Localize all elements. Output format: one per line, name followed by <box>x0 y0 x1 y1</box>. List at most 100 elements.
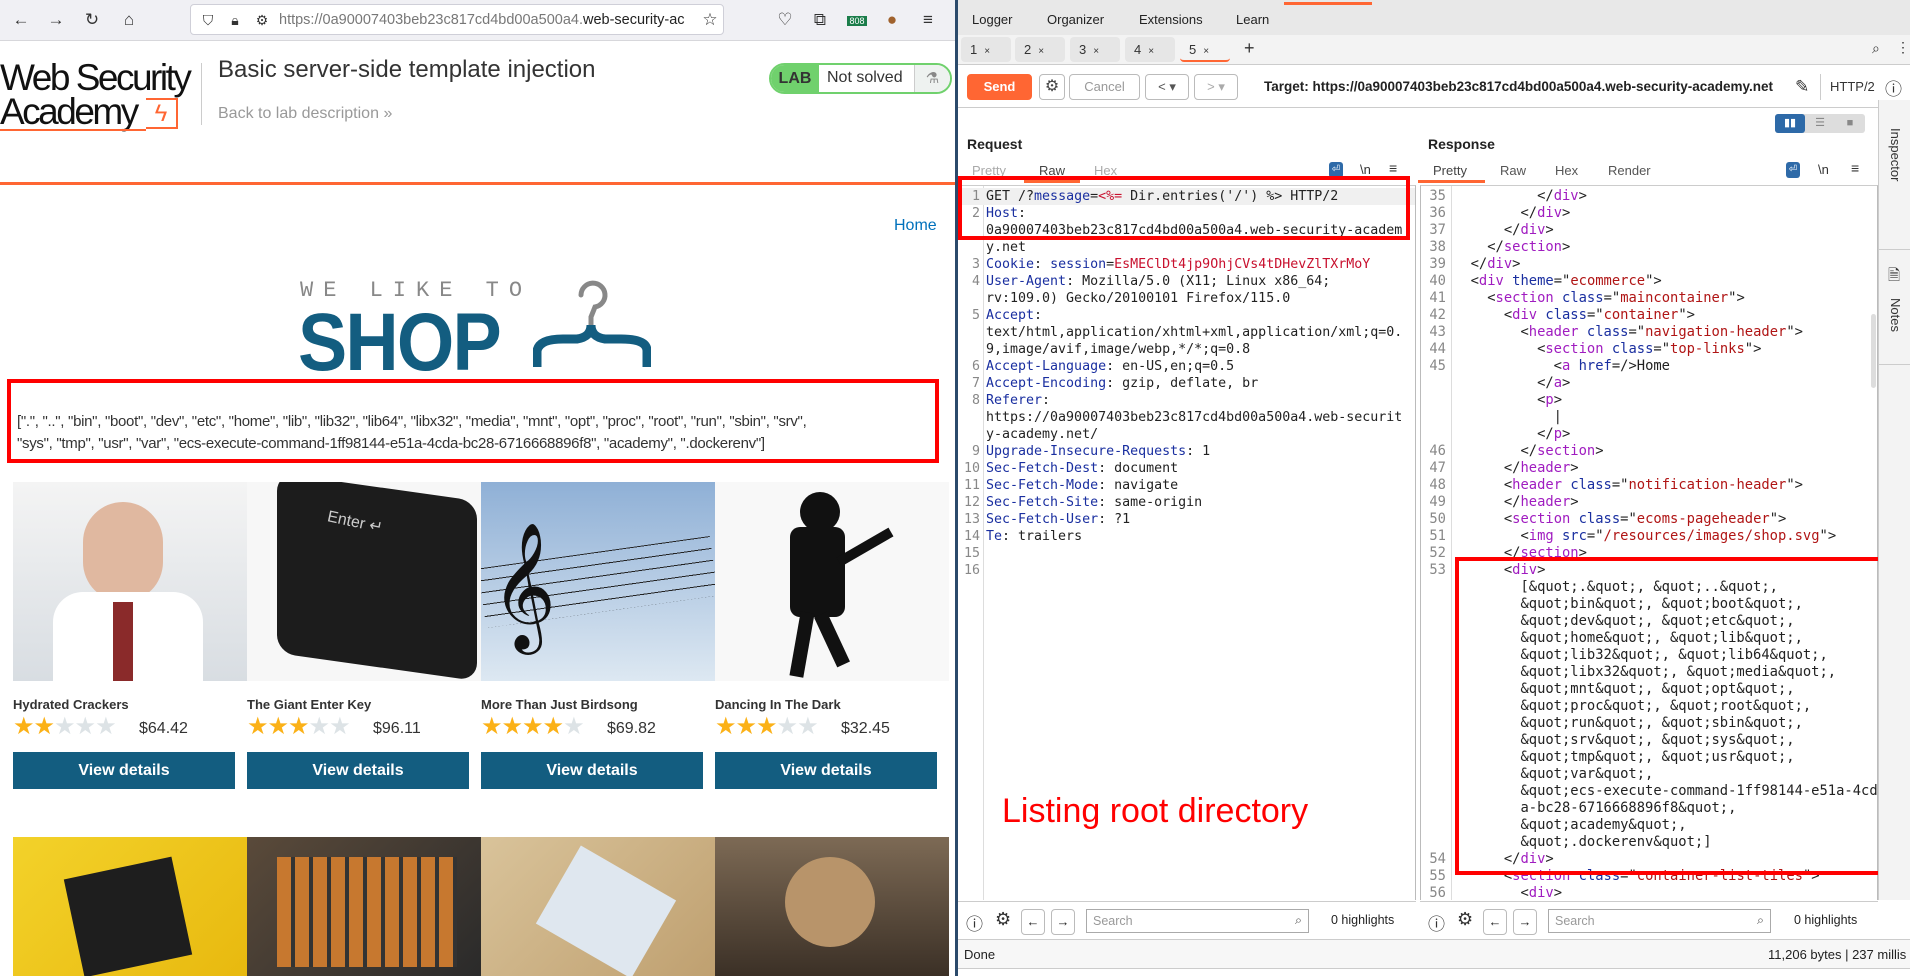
menu-learn[interactable]: Learn <box>1236 12 1269 27</box>
home-icon[interactable]: ⌂ <box>118 9 140 31</box>
code-token: < <box>1454 885 1529 900</box>
menu-icon[interactable]: ≡ <box>917 9 939 31</box>
newline-toggle-icon[interactable]: \n <box>1818 162 1829 177</box>
view-details-button[interactable]: View details <box>715 752 937 789</box>
menu-extensions[interactable]: Extensions <box>1139 12 1203 27</box>
close-icon[interactable]: × <box>1203 46 1209 57</box>
request-menu-icon[interactable]: ≡ <box>1389 160 1397 176</box>
menu-organizer[interactable]: Organizer <box>1047 12 1104 27</box>
response-search-input[interactable]: Search ⌕ <box>1548 909 1771 933</box>
permissions-icon[interactable]: ⚙ <box>251 9 273 31</box>
code-token: header <box>1520 460 1571 476</box>
history-back-button[interactable]: < ▾ <box>1145 74 1189 100</box>
repeater-tab-4[interactable]: 4 × <box>1125 37 1175 62</box>
request-code[interactable]: 1 GET /?message=<%= Dir.entries('/') %> H… <box>960 188 1415 579</box>
split-horizontal-icon[interactable]: ▮▮ <box>1775 114 1805 133</box>
settings-gear-icon[interactable]: ⚙ <box>995 909 1011 930</box>
send-button[interactable]: Send <box>967 74 1032 100</box>
home-link[interactable]: Home <box>894 217 937 235</box>
cancel-button[interactable]: Cancel <box>1069 74 1140 100</box>
product-image-dancing-in-the-dark[interactable] <box>715 482 949 681</box>
word-wrap-icon[interactable]: ⏎ <box>1786 162 1800 178</box>
response-tab-hex[interactable]: Hex <box>1555 163 1578 178</box>
notes-icon[interactable]: 🗎︎ <box>1888 265 1900 290</box>
url-domain: web-security-ac <box>582 12 685 28</box>
extensions-icon[interactable]: ⧉ <box>809 9 831 31</box>
help-icon[interactable]: ⓘ <box>1428 910 1445 935</box>
product-image-row2-4[interactable] <box>715 837 949 976</box>
close-icon[interactable]: × <box>1038 46 1044 57</box>
inspector-tab[interactable]: Inspector <box>1888 128 1903 181</box>
repeater-tab-3[interactable]: 3 × <box>1070 37 1120 62</box>
response-highlight-box <box>1455 557 1886 875</box>
search-icon[interactable]: ⌕ <box>1872 40 1880 57</box>
more-options-icon[interactable]: ⋮ <box>1896 39 1910 56</box>
product-image-row2-3[interactable] <box>481 837 715 976</box>
view-details-button[interactable]: View details <box>13 752 235 789</box>
newline-toggle-icon[interactable]: \n <box>1360 162 1371 177</box>
response-menu-icon[interactable]: ≡ <box>1851 160 1859 176</box>
lock-icon[interactable]: 🔒︎ <box>224 9 246 31</box>
split-vertical-icon[interactable]: ☰ <box>1805 114 1835 133</box>
back-icon[interactable]: ← <box>10 9 32 31</box>
next-match-button[interactable]: → <box>1513 909 1537 935</box>
product-image-birdsong[interactable]: 𝄞 <box>481 482 715 681</box>
pocket-icon[interactable]: ♡ <box>774 9 796 31</box>
line-content: <div theme="ecommerce"> <box>1454 273 1662 290</box>
code-token: maincontainer <box>1620 290 1729 306</box>
reload-icon[interactable]: ↻ <box>81 9 103 31</box>
cookie-icon[interactable]: ● <box>881 9 903 31</box>
repeater-tab-1[interactable]: 1 × <box>961 37 1011 62</box>
request-search-input[interactable]: Search ⌕ <box>1086 909 1309 933</box>
add-tab-icon[interactable]: + <box>1244 38 1255 59</box>
edit-pencil-icon[interactable]: ✎ <box>1795 77 1809 97</box>
bookmark-star-icon[interactable]: ☆ <box>699 9 721 31</box>
close-icon[interactable]: × <box>1148 46 1154 57</box>
history-forward-button[interactable]: > ▾ <box>1194 74 1238 100</box>
product-image-hydrated-crackers[interactable] <box>13 482 247 681</box>
previous-match-button[interactable]: ← <box>1483 909 1507 935</box>
url-bar[interactable]: ⛉ 🔒︎ ⚙ https://0a90007403beb23c817cd4bd0… <box>190 4 724 35</box>
line-content: y.net <box>986 239 1026 256</box>
http-version[interactable]: HTTP/2 <box>1830 79 1875 94</box>
repeater-tab-5[interactable]: 5 × <box>1180 37 1230 62</box>
response-scrollbar[interactable] <box>1871 314 1876 388</box>
next-match-button[interactable]: → <box>1051 909 1075 935</box>
settings-gear-icon[interactable]: ⚙ <box>1039 74 1065 100</box>
back-to-lab-link[interactable]: Back to lab description » <box>218 105 392 123</box>
notes-tab[interactable]: Notes <box>1888 298 1903 332</box>
view-details-button[interactable]: View details <box>247 752 469 789</box>
help-icon[interactable]: ⓘ <box>966 910 983 935</box>
product-image-giant-enter-key[interactable]: Enter ↵ <box>247 482 481 681</box>
product-image-row2-1[interactable] <box>13 837 247 976</box>
extension-badge-icon[interactable]: 808 <box>846 9 868 32</box>
url-text[interactable]: https://0a90007403beb23c817cd4bd00a500a4… <box>279 12 699 28</box>
forward-icon[interactable]: → <box>45 9 67 31</box>
line-content: User-Agent: Mozilla/5.0 (X11; Linux x86_… <box>986 273 1330 290</box>
close-icon[interactable]: × <box>1093 46 1099 57</box>
product-rating: ★★★★★ <box>247 713 351 740</box>
code-token: | <box>1454 409 1562 425</box>
previous-match-button[interactable]: ← <box>1021 909 1045 935</box>
code-token: =" <box>1586 307 1604 323</box>
response-tab-pretty[interactable]: Pretty <box>1433 163 1467 178</box>
line-content: <section class="maincontainer"> <box>1454 290 1745 307</box>
repeater-tab-2[interactable]: 2 × <box>1015 37 1065 62</box>
product-image-row2-2[interactable] <box>247 837 481 976</box>
code-token: rv:109.0) Gecko/20100101 Firefox/115.0 <box>986 291 1291 306</box>
single-pane-icon[interactable]: ■ <box>1835 114 1865 133</box>
response-tab-render[interactable]: Render <box>1608 163 1651 178</box>
shield-icon[interactable]: ⛉ <box>197 9 219 31</box>
help-icon[interactable]: ⓘ <box>1885 75 1902 100</box>
line-number: 49 <box>1429 494 1446 510</box>
code-line: https://0a90007403beb23c817cd4bd00a500a4… <box>960 409 1415 426</box>
menu-logger[interactable]: Logger <box>972 12 1012 27</box>
settings-gear-icon[interactable]: ⚙ <box>1457 909 1473 930</box>
star-empty-icon: ★ <box>329 713 350 740</box>
response-tab-raw[interactable]: Raw <box>1500 163 1526 178</box>
view-details-button[interactable]: View details <box>481 752 703 789</box>
request-editor[interactable]: 1 GET /?message=<%= Dir.entries('/') %> H… <box>960 185 1416 900</box>
line-content: 9,image/avif,image/webp,*/*;q=0.8 <box>986 341 1250 358</box>
close-icon[interactable]: × <box>984 46 990 57</box>
